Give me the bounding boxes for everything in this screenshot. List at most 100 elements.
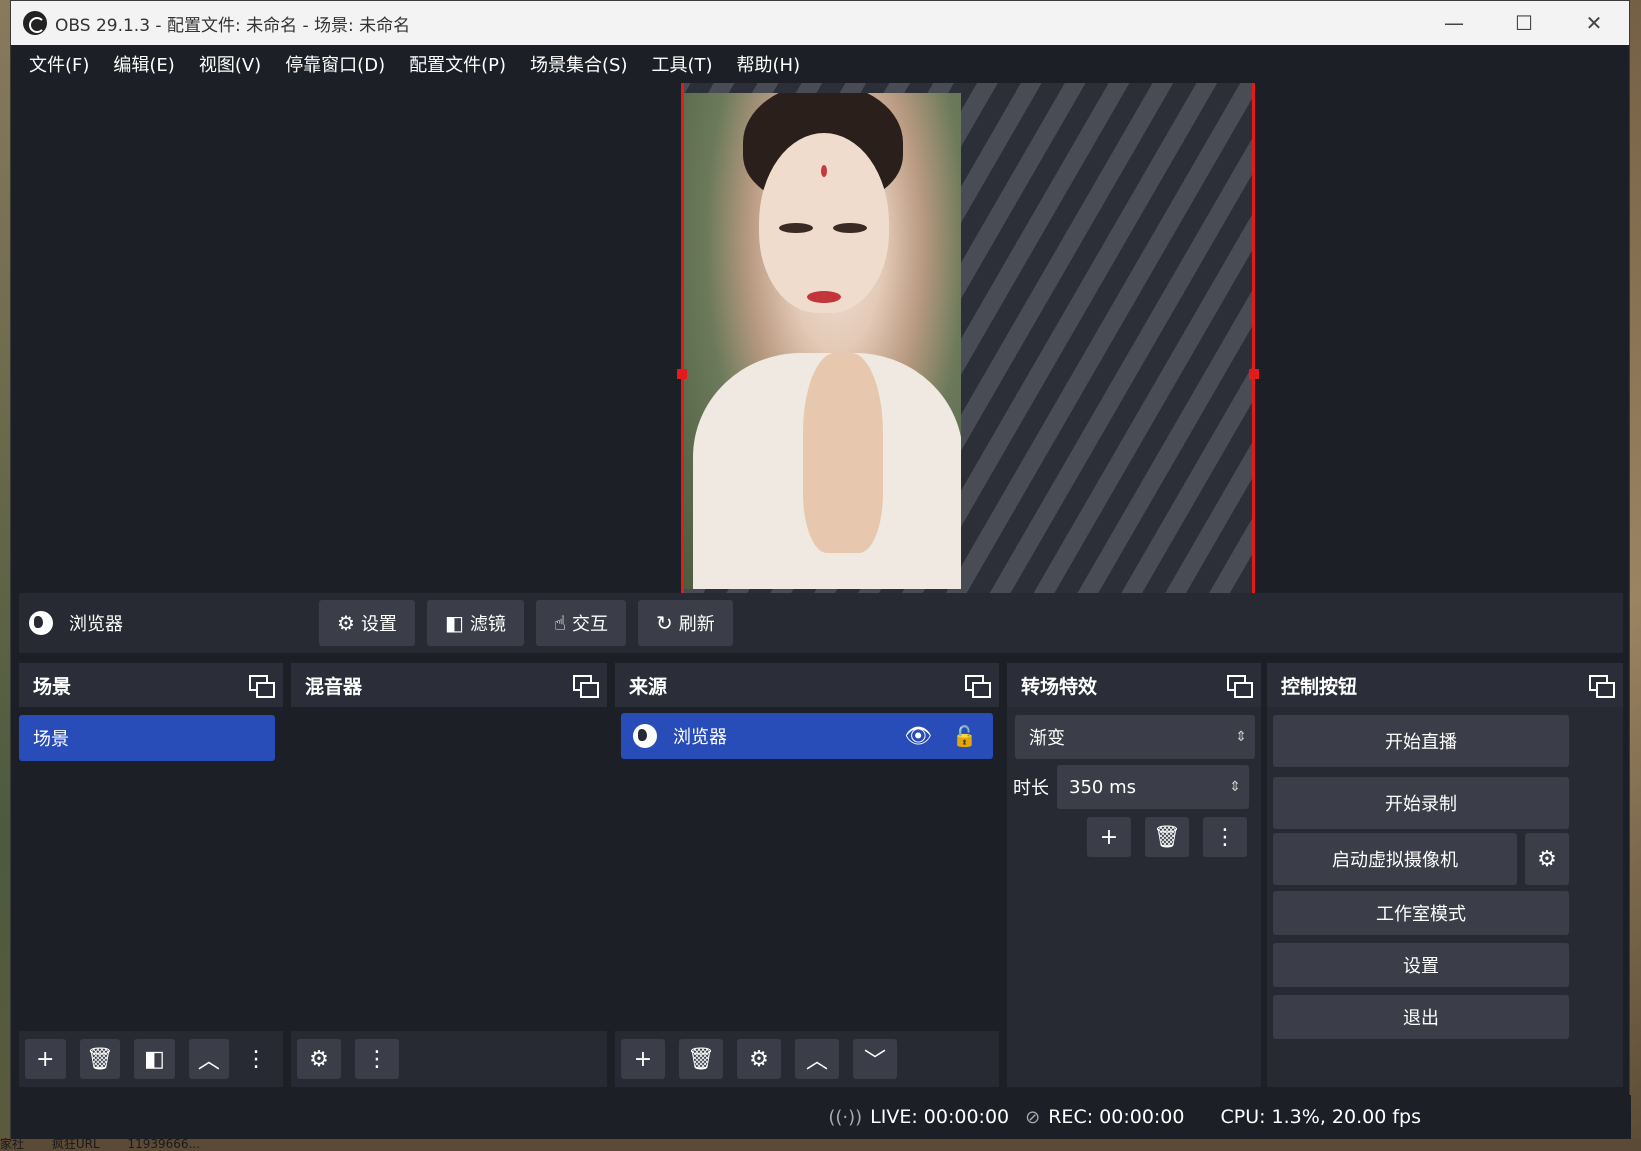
- globe-icon: [633, 724, 657, 748]
- source-settings-button[interactable]: ⚙ 设置: [319, 600, 415, 646]
- desktop-text: 家社: [0, 1137, 25, 1151]
- move-scene-up-button[interactable]: ︿: [188, 1039, 230, 1079]
- start-virtual-cam-button[interactable]: 启动虚拟摄像机: [1273, 833, 1517, 885]
- source-item-label: 浏览器: [673, 727, 727, 748]
- menu-file[interactable]: 文件(F): [17, 51, 101, 77]
- transitions-panel: 渐变 ⇕ 时长 350 ms ⇕ + 🗑 ⋮: [1007, 707, 1261, 1087]
- scene-filters-button[interactable]: ◧: [134, 1039, 175, 1079]
- trash-icon: 🗑: [85, 1046, 114, 1072]
- menu-edit[interactable]: 编辑(E): [101, 51, 186, 77]
- start-record-button[interactable]: 开始录制: [1273, 777, 1569, 829]
- maximize-button[interactable]: ☐: [1489, 1, 1559, 45]
- source-settings-label: 设置: [360, 614, 397, 635]
- lock-icon[interactable]: 🔓: [952, 724, 977, 748]
- rec-status: ⊘ REC: 00:00:00: [1025, 1106, 1184, 1128]
- transitions-dock: 转场特效 渐变 ⇕ 时长 350 ms ⇕ + 🗑 ⋮: [1007, 663, 1261, 1087]
- add-transition-button[interactable]: +: [1087, 817, 1131, 857]
- menu-docks[interactable]: 停靠窗口(D): [273, 51, 397, 77]
- start-record-label: 开始录制: [1385, 794, 1457, 815]
- scenes-list[interactable]: 场景: [19, 707, 283, 1087]
- duration-row: 时长 350 ms ⇕: [1013, 765, 1249, 809]
- sources-dock-title: 来源: [629, 675, 668, 698]
- transition-more-button[interactable]: ⋮: [1203, 817, 1247, 857]
- settings-label: 设置: [1403, 956, 1439, 977]
- exit-button[interactable]: 退出: [1273, 995, 1569, 1039]
- cpu-fps-readout: CPU: 1.3%, 20.00 fps: [1220, 1106, 1421, 1128]
- resize-handle-right[interactable]: [1249, 369, 1259, 379]
- cpu-status: CPU: 1.3%, 20.00 fps: [1220, 1106, 1421, 1128]
- transition-select[interactable]: 渐变 ⇕: [1015, 715, 1255, 759]
- sources-list[interactable]: 浏览器 👁 🔓: [615, 707, 999, 1087]
- settings-button[interactable]: 设置: [1273, 943, 1569, 987]
- obs-logo-icon: [23, 11, 47, 35]
- scene-item[interactable]: 场景: [19, 715, 275, 761]
- source-interact-label: 交互: [572, 614, 609, 635]
- undock-icon[interactable]: [573, 675, 599, 698]
- duration-spinbox[interactable]: 350 ms ⇕: [1057, 765, 1249, 809]
- menu-scene-collection[interactable]: 场景集合(S): [518, 51, 639, 77]
- source-item[interactable]: 浏览器 👁 🔓: [621, 713, 993, 759]
- resize-handle-left[interactable]: [677, 369, 687, 379]
- more-vertical-icon: ⋮: [366, 1046, 388, 1072]
- source-properties-button[interactable]: ⚙: [737, 1039, 781, 1079]
- source-refresh-button[interactable]: ↻ 刷新: [638, 600, 733, 646]
- remove-scene-button[interactable]: 🗑: [79, 1039, 121, 1079]
- undock-icon[interactable]: [1589, 675, 1615, 698]
- start-stream-button[interactable]: 开始直播: [1273, 715, 1569, 767]
- undock-icon[interactable]: [1227, 675, 1253, 698]
- virtual-cam-settings-button[interactable]: ⚙: [1525, 833, 1569, 885]
- browser-source-video[interactable]: [683, 93, 961, 589]
- close-button[interactable]: ✕: [1559, 1, 1629, 45]
- menu-profile[interactable]: 配置文件(P): [397, 51, 518, 77]
- transitions-toolbar: + 🗑 ⋮: [1087, 817, 1261, 857]
- title-bar[interactable]: OBS 29.1.3 - 配置文件: 未命名 - 场景: 未命名 — ☐ ✕: [11, 1, 1629, 45]
- gears-icon: ⚙: [309, 1046, 329, 1072]
- plus-icon: +: [633, 1046, 653, 1072]
- advanced-audio-button[interactable]: ⚙: [297, 1039, 341, 1079]
- add-scene-button[interactable]: +: [25, 1039, 66, 1079]
- window-title: OBS 29.1.3 - 配置文件: 未命名 - 场景: 未命名: [55, 15, 411, 36]
- preview-area[interactable]: [11, 83, 1629, 593]
- eye-icon[interactable]: 👁: [904, 724, 932, 749]
- broadcast-icon: ((·)): [828, 1106, 863, 1128]
- menu-bar: 文件(F) 编辑(E) 视图(V) 停靠窗口(D) 配置文件(P) 场景集合(S…: [11, 45, 1629, 83]
- chevron-up-icon: ︿: [805, 1049, 828, 1074]
- undock-icon[interactable]: [965, 675, 991, 698]
- scenes-dock-title: 场景: [33, 675, 72, 698]
- remove-transition-button[interactable]: 🗑: [1145, 817, 1189, 857]
- transitions-dock-header: 转场特效: [1007, 663, 1261, 707]
- menu-tools[interactable]: 工具(T): [639, 51, 724, 77]
- menu-help[interactable]: 帮助(H): [725, 51, 813, 77]
- undock-icon[interactable]: [249, 675, 275, 698]
- trash-icon: 🗑: [687, 1046, 715, 1072]
- minimize-button[interactable]: —: [1419, 1, 1489, 45]
- preview-canvas[interactable]: [677, 83, 1259, 593]
- move-source-up-button[interactable]: ︿: [795, 1039, 839, 1079]
- refresh-icon: ↻: [656, 611, 673, 635]
- move-source-down-button[interactable]: ﹀: [853, 1039, 897, 1079]
- trash-icon: 🗑: [1153, 824, 1181, 850]
- scenes-dock: 场景 场景 + 🗑 ◧ ︿ ⋮: [19, 663, 283, 1087]
- scene-item-label: 场景: [33, 729, 69, 750]
- exit-label: 退出: [1403, 1008, 1439, 1029]
- hand-pointer-icon: ☝: [553, 611, 567, 635]
- studio-mode-button[interactable]: 工作室模式: [1273, 891, 1569, 935]
- record-off-icon: ⊘: [1025, 1106, 1041, 1128]
- scenes-more-button[interactable]: ⋮: [243, 1039, 269, 1079]
- source-filters-button[interactable]: ◧ 滤镜: [426, 600, 524, 646]
- selected-source-label: 浏览器: [69, 614, 123, 635]
- updown-arrow-icon: ⇕: [1235, 729, 1247, 745]
- live-timer: LIVE: 00:00:00: [870, 1106, 1010, 1128]
- chevron-up-icon: ︿: [197, 1049, 220, 1074]
- menu-view[interactable]: 视图(V): [187, 51, 273, 77]
- plus-icon: +: [36, 1046, 55, 1072]
- mixer-more-button[interactable]: ⋮: [355, 1039, 399, 1079]
- add-source-button[interactable]: +: [621, 1039, 665, 1079]
- source-interact-button[interactable]: ☝ 交互: [535, 600, 627, 646]
- live-status: ((·)) LIVE: 00:00:00: [828, 1106, 1009, 1128]
- virtual-cam-label: 启动虚拟摄像机: [1332, 850, 1458, 871]
- status-bar: ((·)) LIVE: 00:00:00 ⊘ REC: 00:00:00 CPU…: [11, 1095, 1631, 1139]
- controls-dock-title: 控制按钮: [1281, 675, 1358, 698]
- spin-arrows-icon[interactable]: ⇕: [1229, 779, 1241, 795]
- remove-source-button[interactable]: 🗑: [679, 1039, 723, 1079]
